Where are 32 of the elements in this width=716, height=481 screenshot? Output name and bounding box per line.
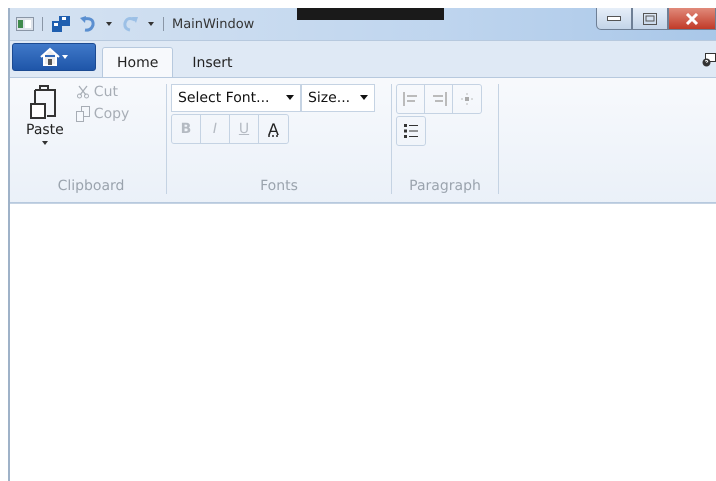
- scissors-icon: [76, 85, 90, 99]
- bullet-list-icon: [403, 123, 419, 139]
- maximize-button[interactable]: [632, 8, 668, 30]
- font-dropdown[interactable]: Select Font...: [171, 84, 301, 112]
- home-icon: [39, 47, 69, 67]
- app-icon: [16, 17, 34, 31]
- align-left-icon: [402, 91, 418, 107]
- window-title: MainWindow: [172, 16, 254, 32]
- dropdown-arrow-icon: [286, 95, 294, 101]
- format-button[interactable]: A: [259, 115, 288, 143]
- help-icon[interactable]: [702, 53, 716, 67]
- ribbon-tab[interactable]: Insert: [177, 47, 248, 77]
- save-icon[interactable]: [51, 15, 71, 33]
- paste-button[interactable]: Paste: [20, 84, 70, 164]
- size-dropdown[interactable]: Size...: [301, 84, 375, 112]
- dropdown-arrow-icon: [40, 140, 49, 146]
- copy-icon: [76, 106, 90, 122]
- align-right-icon: [430, 91, 446, 107]
- group-label: Clipboard: [58, 178, 124, 194]
- group-label: Paragraph: [409, 178, 481, 194]
- center-icon: [459, 91, 475, 107]
- minimize-icon: [607, 16, 621, 22]
- dropdown-arrow-icon: [360, 95, 368, 101]
- application-menu-button[interactable]: [12, 43, 96, 71]
- dropdown-arrow-icon[interactable]: [105, 21, 113, 27]
- minimize-button[interactable]: [596, 8, 632, 30]
- group-label: Fonts: [260, 178, 298, 194]
- close-button[interactable]: [668, 8, 716, 30]
- ribbon-tab[interactable]: Home: [102, 47, 174, 77]
- maximize-icon: [643, 12, 657, 24]
- close-icon: [685, 12, 699, 24]
- dropdown-arrow-icon[interactable]: [147, 21, 155, 27]
